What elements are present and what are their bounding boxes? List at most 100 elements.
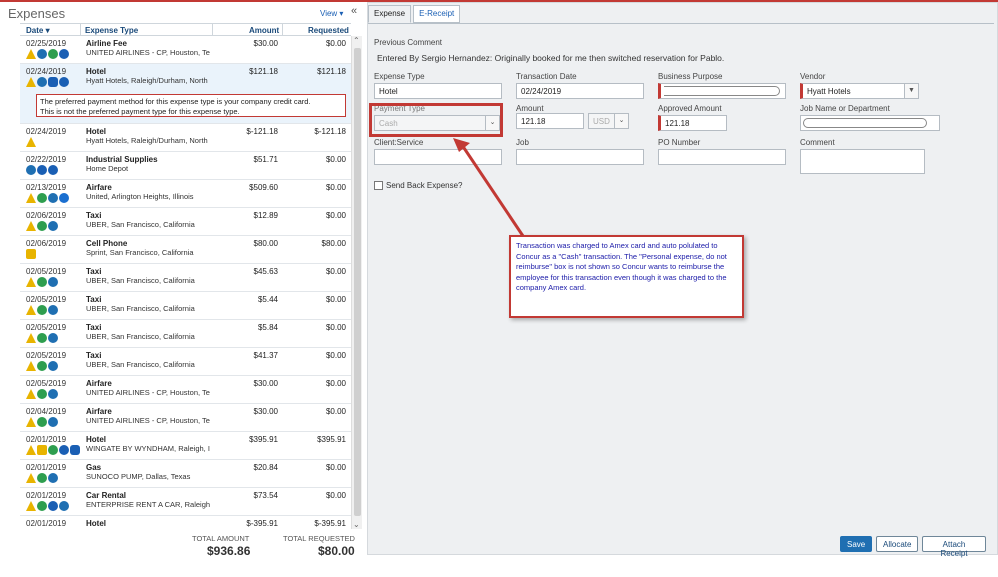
- expense-status-icons: [26, 417, 58, 427]
- expense-row[interactable]: 02/05/2019 Taxi UBER, San Francisco, Calif…: [20, 320, 351, 348]
- expense-row[interactable]: 02/24/2019 Hotel Hyatt Hotels, Raleigh/Dur…: [20, 64, 351, 124]
- expense-date: 02/01/2019: [26, 519, 67, 528]
- warning-icon: [26, 137, 36, 147]
- expense-row[interactable]: 02/05/2019 Taxi UBER, San Francisco, Calif…: [20, 292, 351, 320]
- credit-card-icon: [48, 417, 58, 427]
- amount-label: Amount: [516, 104, 544, 113]
- approved-amount-field[interactable]: 121.18: [658, 115, 727, 131]
- scroll-down-icon[interactable]: ⌄: [353, 520, 360, 529]
- hotel-icon: [48, 77, 58, 87]
- itemized-icon: [37, 193, 47, 203]
- expense-status-icons: [26, 305, 58, 315]
- itemized-icon: [37, 277, 47, 287]
- column-date[interactable]: Date ▾: [26, 26, 50, 35]
- expense-row[interactable]: 02/24/2019 Hotel Hyatt Hotels, Raleigh/Dur…: [20, 124, 351, 152]
- job-name-field[interactable]: [800, 115, 940, 131]
- detail-tabs: Expense E-Receipt: [368, 5, 462, 23]
- send-back-checkbox[interactable]: [374, 181, 383, 190]
- expense-date: 02/24/2019: [26, 67, 67, 76]
- expense-type-field[interactable]: Hotel: [374, 83, 502, 99]
- currency-value: USD: [593, 117, 610, 126]
- chevron-down-icon[interactable]: ⌄: [614, 114, 628, 128]
- save-button[interactable]: Save: [840, 536, 872, 552]
- transaction-date-field[interactable]: 02/24/2019: [516, 83, 644, 99]
- receipt-icon: [48, 501, 58, 511]
- expense-type: Airfare: [86, 183, 112, 192]
- expense-row[interactable]: 02/01/2019 Hotel $-395.91 $-395.91: [20, 516, 351, 529]
- credit-card-icon: [26, 165, 36, 175]
- expense-row[interactable]: 02/04/2019 Airfare UNITED AIRLINES - CP, H…: [20, 404, 351, 432]
- expense-status-icons: [26, 389, 58, 399]
- expense-status-icons: [26, 49, 69, 59]
- expense-status-icons: [26, 193, 69, 203]
- expense-type: Taxi: [86, 211, 102, 220]
- tab-expense[interactable]: Expense: [368, 5, 412, 23]
- expense-list-panel: Expenses View ▾ « Date ▾ Expense Type Am…: [0, 2, 364, 577]
- total-amount-label: TOTAL AMOUNT: [192, 534, 250, 543]
- expense-row[interactable]: 02/05/2019 Taxi UBER, San Francisco, Calif…: [20, 264, 351, 292]
- expense-date: 02/13/2019: [26, 183, 67, 192]
- expense-row[interactable]: 02/01/2019 Gas SUNOCO PUMP, Dallas, Texas $…: [20, 460, 351, 488]
- business-purpose-field[interactable]: [658, 83, 786, 99]
- vendor-select[interactable]: Hyatt Hotels ▼: [800, 83, 919, 99]
- expense-status-icons: [26, 77, 69, 87]
- expense-date: 02/06/2019: [26, 211, 67, 220]
- column-divider: [282, 24, 283, 36]
- expense-type: Taxi: [86, 267, 102, 276]
- attach-receipt-button[interactable]: Attach Receipt: [922, 536, 986, 558]
- expense-amount: $5.44: [257, 295, 278, 304]
- expense-row[interactable]: 02/13/2019 Airfare United, Arlington Heigh…: [20, 180, 351, 208]
- column-expense-type[interactable]: Expense Type: [85, 26, 138, 35]
- expense-type: Taxi: [86, 323, 102, 332]
- expense-date: 02/05/2019: [26, 267, 67, 276]
- expense-vendor: UBER, San Francisco, California: [86, 220, 195, 229]
- po-number-field[interactable]: [658, 149, 786, 165]
- expense-date: 02/22/2019: [26, 155, 67, 164]
- expense-row[interactable]: 02/06/2019 Taxi UBER, San Francisco, Calif…: [20, 208, 351, 236]
- expense-row[interactable]: 02/01/2019 Car Rental ENTERPRISE RENT A CA…: [20, 488, 351, 516]
- expense-row[interactable]: 02/22/2019 Industrial Supplies Home Depot $…: [20, 152, 351, 180]
- warning-icon: [26, 389, 36, 399]
- expense-date: 02/01/2019: [26, 435, 67, 444]
- itemized-icon: [48, 445, 58, 455]
- payment-type-highlight-box: [369, 103, 503, 137]
- transaction-date-label: Transaction Date: [516, 72, 577, 81]
- expense-row[interactable]: 02/05/2019 Airfare UNITED AIRLINES - CP, H…: [20, 376, 351, 404]
- column-requested[interactable]: Requested: [308, 26, 349, 35]
- business-purpose-pill: [664, 86, 780, 96]
- expense-status-icons: [26, 333, 58, 343]
- allocate-button[interactable]: Allocate: [876, 536, 918, 552]
- tab-e-receipt[interactable]: E-Receipt: [413, 5, 461, 23]
- expense-date: 02/05/2019: [26, 295, 67, 304]
- expense-status-icons: [26, 445, 80, 455]
- chevron-down-icon[interactable]: ▼: [904, 84, 918, 98]
- expense-type: Airline Fee: [86, 39, 127, 48]
- expense-status-icons: [26, 165, 58, 175]
- list-scrollbar[interactable]: ⌃ ⌄: [351, 36, 362, 529]
- job-field[interactable]: [516, 149, 644, 165]
- scrollbar-thumb[interactable]: [354, 48, 361, 516]
- currency-select[interactable]: USD ⌄: [588, 113, 629, 129]
- send-back-label: Send Back Expense?: [386, 181, 463, 190]
- expense-type: Industrial Supplies: [86, 155, 158, 164]
- collapse-panel-icon[interactable]: «: [351, 5, 357, 17]
- scroll-up-icon[interactable]: ⌃: [353, 36, 360, 45]
- tab-divider: [368, 23, 994, 24]
- expense-row[interactable]: 02/06/2019 Cell Phone Sprint, San Francisc…: [20, 236, 351, 264]
- amount-field[interactable]: 121.18: [516, 113, 584, 129]
- credit-card-icon: [48, 333, 58, 343]
- hotel-icon: [70, 445, 80, 455]
- credit-card-icon: [48, 277, 58, 287]
- client-service-field[interactable]: [374, 149, 502, 165]
- receipt-icon: [48, 165, 58, 175]
- expense-row[interactable]: 02/01/2019 Hotel WINGATE BY WYNDHAM, Ralei…: [20, 432, 351, 460]
- credit-card-icon: [48, 305, 58, 315]
- column-amount[interactable]: Amount: [249, 26, 279, 35]
- view-menu-link[interactable]: View ▾: [320, 9, 343, 18]
- expense-vendor: UNITED AIRLINES - CP, Houston, Te: [86, 388, 210, 397]
- expense-row[interactable]: 02/05/2019 Taxi UBER, San Francisco, Calif…: [20, 348, 351, 376]
- expense-row[interactable]: 02/25/2019 Airline Fee UNITED AIRLINES - C…: [20, 36, 351, 64]
- expense-date: 02/04/2019: [26, 407, 67, 416]
- comment-textarea[interactable]: [800, 149, 925, 174]
- credit-card-icon: [48, 473, 58, 483]
